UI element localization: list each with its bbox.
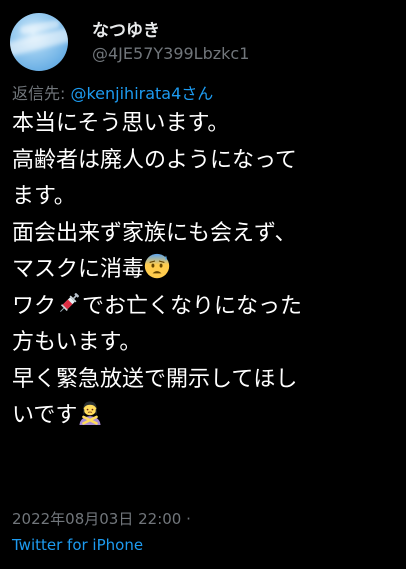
tweet-line: マスクに消毒 <box>12 252 398 289</box>
tweet-line: 面会出来ず家族にも会えず、 <box>12 220 297 246</box>
tweet-line-text: いです <box>12 403 78 428</box>
tweet-line-text: マスクに消毒 <box>12 257 145 282</box>
tweet-line: ます。 <box>12 184 76 209</box>
tweet-line: 高齢者は廃人のようになって <box>12 147 297 173</box>
tweet-line-text: ワク <box>12 293 57 319</box>
tweet-line: ワク でお亡くなりになった <box>12 289 398 326</box>
tweet-line: 早く緊急放送で開示してほし <box>12 366 298 392</box>
person-gesturing-no-icon <box>79 401 101 425</box>
tweet-line: いです <box>12 398 398 435</box>
reply-context: 返信先: @kenjihirata4さん <box>12 80 213 104</box>
anxious-face-with-sweat-icon <box>144 253 170 279</box>
author-display-name[interactable]: なつゆき <box>92 16 160 41</box>
tweet-timestamp[interactable]: 2022年08月03日 22:00 · <box>12 508 191 529</box>
reply-label: 返信先: <box>12 84 71 103</box>
tweet-line-text: でお亡くなりになった <box>82 293 303 319</box>
tweet-source-link[interactable]: Twitter for iPhone <box>12 536 143 554</box>
tweet-header: なつゆき @4JE57Y399Lbzkc1 <box>10 10 400 71</box>
tweet-line: 方もいます。 <box>12 330 142 355</box>
avatar[interactable] <box>10 13 68 71</box>
reply-mention-link[interactable]: @kenjihirata4さん <box>70 84 213 103</box>
tweet-line: 本当にそう思います。 <box>12 111 230 136</box>
syringe-icon <box>60 292 80 312</box>
author-handle[interactable]: @4JE57Y399Lbzkc1 <box>92 44 249 63</box>
tweet-text: 本当にそう思います。 高齢者は廃人のようになって ます。 面会出来ず家族にも会え… <box>12 106 398 435</box>
